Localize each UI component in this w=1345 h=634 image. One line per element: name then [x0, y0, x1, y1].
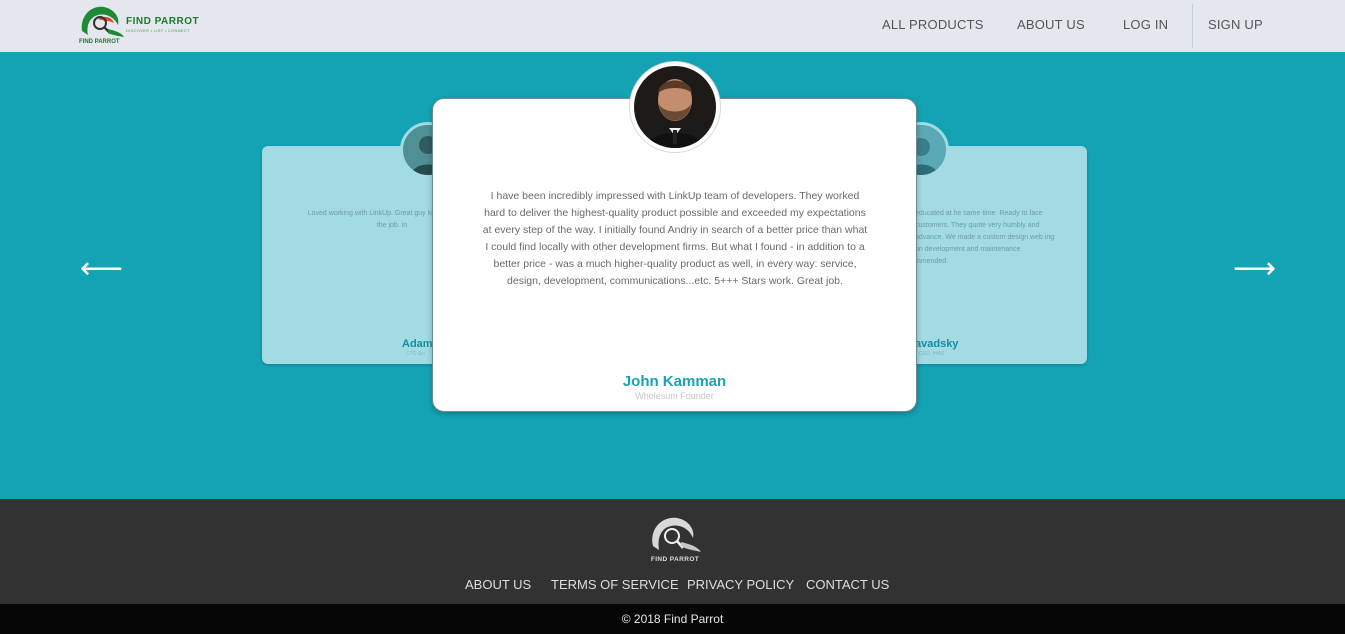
footer-link-terms[interactable]: TERMS OF SERVICE: [551, 577, 679, 592]
find-parrot-logo[interactable]: FIND PARROT DISCOVER • LIST • CONNECT FI…: [78, 3, 203, 49]
logo-title: FIND PARROT: [126, 16, 200, 27]
testimonial-name: John Kamman: [622, 373, 727, 390]
copyright-text: © 2018 Find Parrot: [621, 612, 724, 626]
next-arrow-icon[interactable]: ⟶: [1233, 254, 1276, 284]
footer-link-about-us[interactable]: ABOUT US: [465, 577, 531, 592]
avatar: [630, 62, 720, 152]
logo-subtitle: FIND PARROT: [79, 39, 120, 45]
nav-sign-up[interactable]: SIGN UP: [1208, 17, 1263, 32]
testimonial-quote: I have been incredibly impressed with Li…: [482, 190, 868, 287]
testimonial-quote: educated at he same time. Ready to face …: [915, 210, 1055, 265]
prev-arrow-icon[interactable]: ⟵: [80, 254, 123, 284]
parrot-logo-icon: [81, 6, 124, 37]
parrot-logo-icon: [652, 517, 701, 552]
site-footer: FIND PARROT ABOUT US TERMS OF SERVICE PR…: [0, 499, 1345, 604]
testimonial-role: CTO Sci: [406, 351, 425, 357]
nav-about-us[interactable]: ABOUT US: [1017, 17, 1085, 32]
copyright-bar: © 2018 Find Parrot: [0, 604, 1345, 634]
testimonial-name: Adam: [402, 338, 433, 350]
nav-all-products[interactable]: ALL PRODUCTS: [882, 17, 984, 32]
nav-log-in[interactable]: LOG IN: [1123, 17, 1168, 32]
logo-tagline: DISCOVER • LIST • CONNECT: [126, 28, 190, 33]
testimonial-name: avadsky: [915, 338, 959, 350]
footer-logo[interactable]: FIND PARROT: [645, 512, 705, 563]
footer-logo-text: FIND PARROT: [650, 556, 700, 563]
footer-link-privacy[interactable]: PRIVACY POLICY: [687, 577, 794, 592]
nav-divider: [1192, 4, 1193, 48]
testimonial-role: CEO, IHAS: [919, 351, 945, 357]
site-header: FIND PARROT DISCOVER • LIST • CONNECT FI…: [0, 0, 1345, 52]
testimonial-role: Wholesum Founder: [635, 391, 714, 401]
footer-link-contact[interactable]: CONTACT US: [806, 577, 889, 592]
